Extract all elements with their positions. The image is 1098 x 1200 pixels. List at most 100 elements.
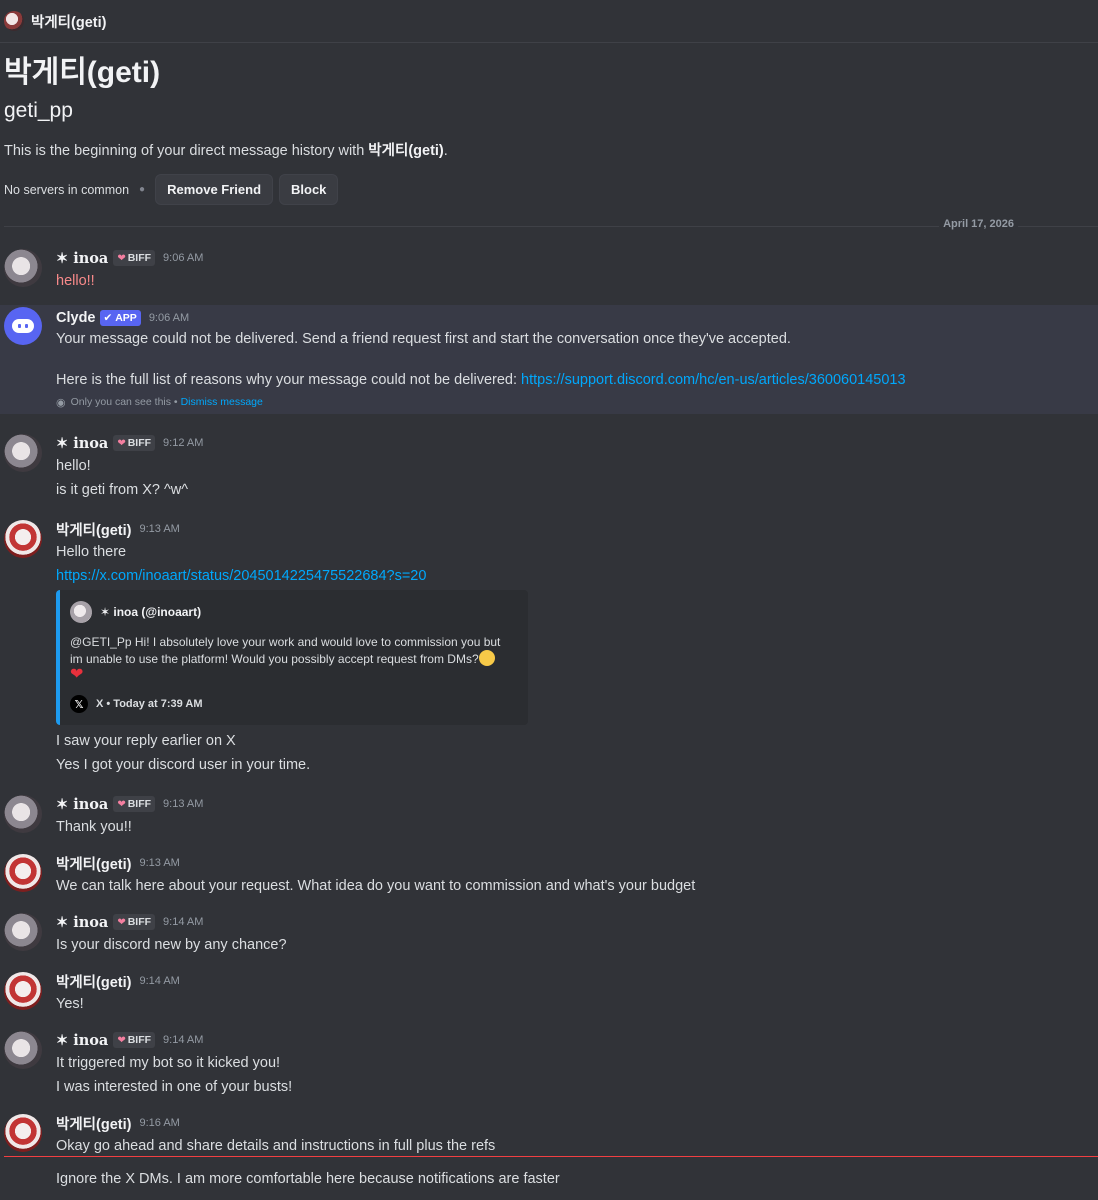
- x-logo-icon: 𝕏: [70, 695, 88, 713]
- intro-display-name: 박게티(geti): [4, 56, 161, 89]
- message-text: Your message could not be delivered. Sen…: [56, 331, 791, 347]
- block-button[interactable]: Block: [279, 174, 339, 205]
- avatar[interactable]: [4, 249, 42, 287]
- message-text: Thank you!!: [56, 819, 132, 835]
- heart-icon: ❤: [117, 437, 126, 449]
- badge-label: BIFF: [127, 1034, 152, 1046]
- dm-intro: 박게티(geti) geti_pp This is the beginning …: [0, 43, 1098, 205]
- message-text: Hello there: [56, 544, 127, 560]
- server-tag-badge[interactable]: ❤ BIFF: [113, 914, 156, 930]
- dm-title: 박게티(geti): [31, 14, 107, 31]
- username[interactable]: ✶ 𝐢𝐧𝐨𝐚: [56, 796, 108, 813]
- username[interactable]: Clyde: [56, 310, 96, 326]
- avatar[interactable]: [4, 795, 42, 833]
- message-link[interactable]: https://support.discord.com/hc/en-us/art…: [521, 372, 905, 388]
- timestamp: 9:13 AM: [163, 798, 204, 810]
- avatar[interactable]: [4, 520, 42, 558]
- message-text: We can talk here about your request. Wha…: [56, 878, 696, 894]
- date-label: April 17, 2026: [939, 218, 1018, 230]
- username[interactable]: 박게티(geti): [56, 971, 131, 992]
- badge-label: BIFF: [127, 798, 152, 810]
- username[interactable]: 박게티(geti): [56, 853, 131, 874]
- message-text: I saw your reply earlier on X: [56, 733, 236, 749]
- avatar[interactable]: [4, 913, 42, 951]
- message-text: It triggered my bot so it kicked you!: [56, 1055, 281, 1071]
- message-text: Ignore the X DMs. I am more comfortable …: [56, 1171, 560, 1187]
- avatar[interactable]: [4, 1114, 42, 1152]
- ephemeral-notice: ◉ Only you can see this • Dismiss messag…: [56, 392, 1082, 412]
- intro-text-prefix: This is the beginning of your direct mes…: [4, 143, 369, 159]
- message: ✶ 𝐢𝐧𝐨𝐚 ❤ BIFF 9:14 AM Is your discord new…: [0, 911, 1098, 957]
- message-text: I was interested in one of your busts!: [56, 1079, 293, 1095]
- server-tag-badge[interactable]: ❤ BIFF: [113, 250, 156, 266]
- app-badge: ✔ APP: [99, 310, 141, 326]
- dm-header: 박게티(geti): [0, 0, 1098, 43]
- avatar[interactable]: [4, 11, 24, 31]
- servers-in-common: No servers in common: [4, 182, 130, 197]
- message-ephemeral: Clyde ✔ APP 9:06 AM Your message could n…: [0, 305, 1098, 414]
- username[interactable]: ✶ 𝐢𝐧𝐨𝐚: [56, 435, 108, 452]
- username[interactable]: ✶ 𝐢𝐧𝐨𝐚: [56, 914, 108, 931]
- avatar[interactable]: [4, 307, 42, 345]
- avatar[interactable]: [4, 854, 42, 892]
- heart-icon: ❤: [117, 1034, 126, 1046]
- message: ✶ 𝐢𝐧𝐨𝐚 ❤ BIFF 9:14 AM It triggered my bot…: [0, 1029, 1098, 1099]
- badge-label: BIFF: [127, 437, 152, 449]
- embed-footer: 𝕏 X • Today at 7:39 AM: [70, 695, 516, 713]
- heart-emoji-icon: ❤: [70, 666, 84, 683]
- username[interactable]: 박게티(geti): [56, 519, 131, 540]
- message-text: is it geti from X? ^w^: [56, 482, 189, 498]
- username[interactable]: ✶ 𝐢𝐧𝐨𝐚: [56, 250, 108, 267]
- avatar[interactable]: [4, 434, 42, 472]
- timestamp: 9:14 AM: [163, 916, 204, 928]
- embed-description: @GETI_Pp Hi! I absolutely love your work…: [70, 634, 516, 683]
- intro-username: geti_pp: [4, 99, 73, 122]
- timestamp: 9:06 AM: [148, 312, 190, 324]
- intro-text: This is the beginning of your direct mes…: [4, 139, 1094, 160]
- embed-footer-text: X • Today at 7:39 AM: [96, 698, 203, 710]
- avatar[interactable]: [4, 972, 42, 1010]
- message-text: Yes I got your discord user in your time…: [56, 757, 311, 773]
- message-text: Okay go ahead and share details and inst…: [56, 1138, 496, 1154]
- link-embed[interactable]: ✶ inoa (@inoaart) @GETI_Pp Hi! I absolut…: [56, 590, 528, 725]
- embed-author[interactable]: ✶ inoa (@inoaart): [70, 600, 516, 624]
- dismiss-message-link[interactable]: Dismiss message: [181, 396, 263, 408]
- timestamp: 9:16 AM: [139, 1117, 180, 1129]
- message-text: hello!: [56, 458, 91, 474]
- date-divider: April 17, 2026: [4, 218, 1098, 230]
- new-messages-divider: [4, 1156, 1098, 1157]
- heart-icon: ❤: [117, 916, 126, 928]
- message-text: Here is the full list of reasons why you…: [56, 368, 1082, 392]
- server-tag-badge[interactable]: ❤ BIFF: [113, 435, 156, 451]
- smiling-emoji-icon: [478, 650, 495, 666]
- message-text: Is your discord new by any chance?: [56, 937, 287, 953]
- avatar[interactable]: [4, 1031, 42, 1069]
- server-tag-badge[interactable]: ❤ BIFF: [113, 1032, 156, 1048]
- badge-label: APP: [115, 312, 137, 324]
- message-text-prefix: Here is the full list of reasons why you…: [56, 372, 522, 388]
- message-link[interactable]: https://x.com/inoaart/status/20450142254…: [56, 568, 426, 584]
- server-tag-badge[interactable]: ❤ BIFF: [113, 796, 156, 812]
- timestamp: 9:14 AM: [163, 1034, 204, 1046]
- embed-author-name[interactable]: ✶ inoa (@inoaart): [100, 605, 201, 619]
- clyde-bot-icon: [12, 319, 34, 333]
- timestamp: 9:13 AM: [139, 857, 180, 869]
- ephemeral-text: Only you can see this •: [70, 396, 178, 408]
- message: 박게티(geti) 9:16 AM Okay go ahead and shar…: [0, 1112, 1098, 1191]
- embed-description-text: @GETI_Pp Hi! I absolutely love your work…: [70, 635, 501, 666]
- message-text: Yes!: [56, 996, 84, 1012]
- message: ✶ 𝐢𝐧𝐨𝐚 ❤ BIFF 9:13 AM Thank you!!: [0, 793, 1098, 839]
- embed-author-avatar: [70, 601, 92, 623]
- badge-label: BIFF: [127, 252, 152, 264]
- eye-icon: ◉: [56, 396, 66, 409]
- remove-friend-button[interactable]: Remove Friend: [155, 174, 274, 205]
- timestamp: 9:13 AM: [139, 523, 180, 535]
- message-text: hello!!: [56, 273, 95, 289]
- message: ✶ 𝐢𝐧𝐨𝐚 ❤ BIFF 9:12 AM hello! is it geti f…: [0, 432, 1098, 502]
- separator: ●: [139, 184, 146, 195]
- username[interactable]: 박게티(geti): [56, 1113, 131, 1134]
- heart-icon: ❤: [117, 798, 126, 810]
- timestamp: 9:12 AM: [163, 437, 204, 449]
- badge-label: BIFF: [127, 916, 152, 928]
- username[interactable]: ✶ 𝐢𝐧𝐨𝐚: [56, 1032, 108, 1049]
